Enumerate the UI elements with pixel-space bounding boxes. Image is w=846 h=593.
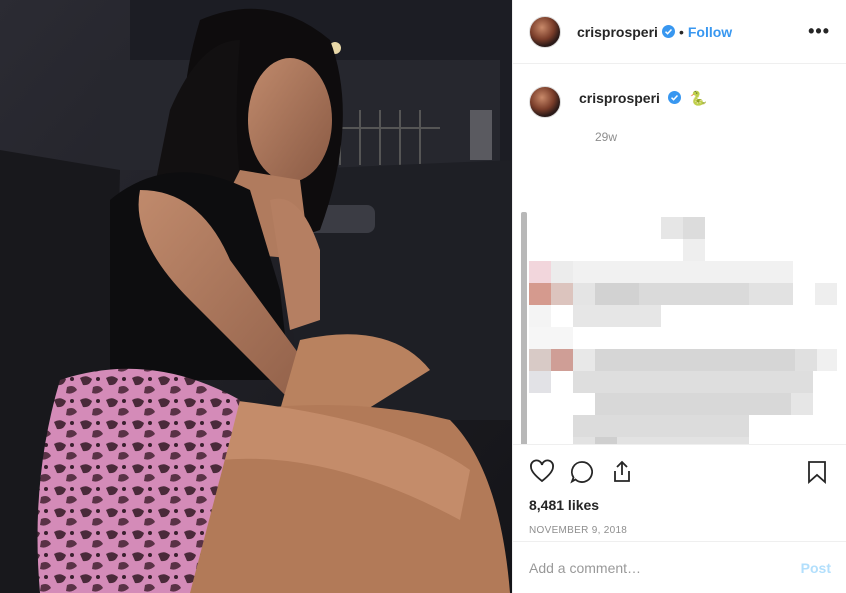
comments-section[interactable]: crisprosperi 🐍 29w — [513, 64, 846, 444]
bookmark-icon[interactable] — [804, 459, 830, 485]
post-photo[interactable] — [0, 0, 512, 593]
comment-input[interactable] — [529, 559, 801, 576]
post-username[interactable]: crisprosperi — [577, 24, 658, 40]
share-icon[interactable] — [609, 459, 635, 485]
add-comment-bar: Post — [513, 541, 846, 593]
caption-timestamp[interactable]: 29w — [595, 130, 830, 144]
likes-count[interactable]: 8,481 likes — [529, 497, 830, 513]
comments-scrollbar[interactable] — [521, 212, 527, 444]
post-date: NOVEMBER 9, 2018 — [529, 525, 628, 536]
follow-button[interactable]: Follow — [688, 24, 732, 40]
heart-icon[interactable] — [529, 459, 555, 485]
caption-avatar[interactable] — [529, 86, 561, 118]
caption-row: crisprosperi 🐍 — [529, 82, 830, 118]
more-options-button[interactable]: ••• — [808, 21, 830, 42]
verified-badge-icon — [668, 91, 682, 104]
comment-icon[interactable] — [569, 459, 595, 485]
post-photo-illustration — [0, 0, 512, 593]
avatar[interactable] — [529, 15, 561, 48]
post-actions: 8,481 likes NOVEMBER 9, 2018 — [513, 444, 846, 536]
snake-emoji: 🐍 — [689, 90, 708, 106]
caption-username[interactable]: crisprosperi — [579, 90, 660, 106]
verified-badge-icon — [661, 25, 675, 38]
post-header: crisprosperi • Follow ••• — [513, 0, 846, 64]
blurred-comments — [529, 217, 837, 444]
post-details-panel: crisprosperi • Follow ••• crisprosperi 🐍 — [512, 0, 846, 593]
post-comment-button[interactable]: Post — [801, 560, 831, 576]
separator-dot: • — [678, 23, 684, 40]
